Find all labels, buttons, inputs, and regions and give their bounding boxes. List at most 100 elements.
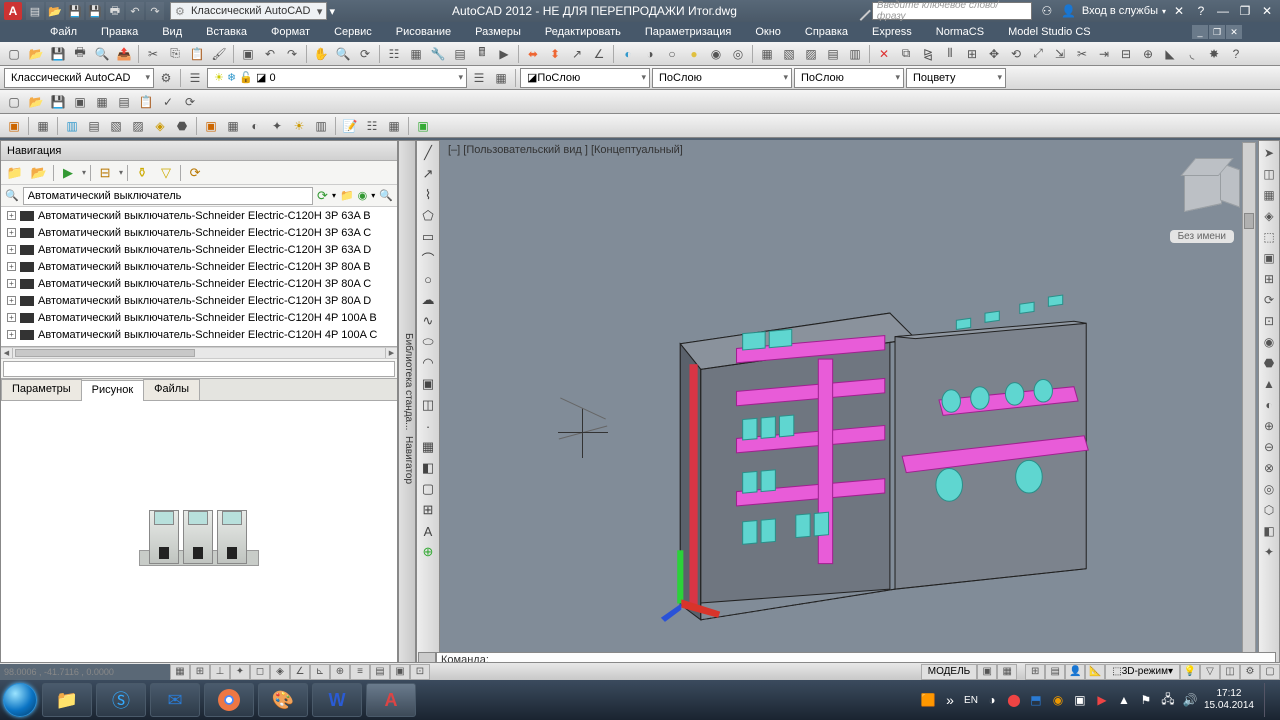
- tray-flag-icon[interactable]: ⚑: [1138, 692, 1154, 708]
- tb-m3-icon[interactable]: ▨: [801, 44, 821, 64]
- draw-text-icon[interactable]: A: [418, 521, 438, 541]
- task-explorer[interactable]: 📁: [42, 683, 92, 717]
- sb-ann2-icon[interactable]: 📐: [1085, 664, 1105, 680]
- ex2-9-icon[interactable]: ▣: [201, 116, 221, 136]
- help-icon[interactable]: ?: [1192, 2, 1210, 20]
- menu-tools[interactable]: Сервис: [322, 24, 384, 40]
- tb-break-icon[interactable]: ⊟: [1116, 44, 1136, 64]
- doc-restore-icon[interactable]: ❐: [1209, 25, 1225, 39]
- infocenter-icon[interactable]: ⚇: [1038, 2, 1056, 20]
- ex2-7-icon[interactable]: ◈: [150, 116, 170, 136]
- ex2-11-icon[interactable]: ◐: [245, 116, 265, 136]
- tb-preview-icon[interactable]: 🔍: [92, 44, 112, 64]
- ex2-16-icon[interactable]: ☷: [362, 116, 382, 136]
- ex2-6-icon[interactable]: ▨: [128, 116, 148, 136]
- tray-lang[interactable]: EN: [964, 695, 978, 706]
- r1-12-icon[interactable]: ◐: [1259, 395, 1279, 415]
- tray-4-icon[interactable]: ◉: [1050, 692, 1066, 708]
- ex2-3-icon[interactable]: ▥: [62, 116, 82, 136]
- tb-copy-icon[interactable]: ⎘: [165, 44, 185, 64]
- draw-block-icon[interactable]: ◫: [418, 395, 438, 415]
- color-dropdown[interactable]: ◪ ПоСлою: [520, 68, 650, 88]
- nav-refresh-icon[interactable]: ⟳: [185, 163, 205, 183]
- draw-hatch-icon[interactable]: ▦: [418, 437, 438, 457]
- tb-orbit-icon[interactable]: ⟳: [355, 44, 375, 64]
- menu-format[interactable]: Формат: [259, 24, 322, 40]
- r1-13-icon[interactable]: ⊕: [1259, 416, 1279, 436]
- sb-dyn-icon[interactable]: ⊕: [330, 664, 350, 680]
- menu-modelstudio[interactable]: Model Studio CS: [996, 24, 1103, 40]
- tb-open-icon[interactable]: 📂: [26, 44, 46, 64]
- tab-params[interactable]: Параметры: [1, 379, 82, 400]
- doc-close-icon[interactable]: ✕: [1226, 25, 1242, 39]
- r1-10-icon[interactable]: ⬣: [1259, 353, 1279, 373]
- tray-battery-icon[interactable]: 🟧: [920, 692, 936, 708]
- sb-osnap-icon[interactable]: ◻: [250, 664, 270, 680]
- r1-11-icon[interactable]: ▲: [1259, 374, 1279, 394]
- r1-15-icon[interactable]: ⊗: [1259, 458, 1279, 478]
- tb-m5-icon[interactable]: ▥: [845, 44, 865, 64]
- sb-hw-icon[interactable]: ⚙: [1240, 664, 1260, 680]
- nav-up-icon[interactable]: 📂: [29, 163, 49, 183]
- draw-arc-icon[interactable]: ⌒: [418, 248, 438, 268]
- tree-node[interactable]: +Автоматический выключатель-Schneider El…: [1, 292, 397, 309]
- tb-stretch-icon[interactable]: ⇲: [1050, 44, 1070, 64]
- r1-8-icon[interactable]: ⊡: [1259, 311, 1279, 331]
- tree-node[interactable]: +Автоматический выключатель-Schneider El…: [1, 224, 397, 241]
- tab-drawing[interactable]: Рисунок: [81, 380, 145, 401]
- signin-icon[interactable]: 👤: [1060, 2, 1078, 20]
- sb-anno-icon[interactable]: 👤: [1065, 664, 1085, 680]
- tb-vs3-icon[interactable]: ○: [662, 44, 682, 64]
- tb-layprev-icon[interactable]: ☰: [469, 68, 489, 88]
- workspace-dropdown[interactable]: Классический AutoCAD: [170, 2, 327, 20]
- status-3dmode[interactable]: ⬚ 3D-режим ▾: [1105, 664, 1180, 680]
- ex1-6-icon[interactable]: ▤: [114, 92, 134, 112]
- tb-scale-icon[interactable]: ⤢: [1028, 44, 1048, 64]
- ex1-1-icon[interactable]: ▢: [4, 92, 24, 112]
- nav-folder-icon[interactable]: 📁: [5, 163, 25, 183]
- draw-rect-icon[interactable]: ▭: [418, 227, 438, 247]
- tb-sheet-icon[interactable]: ▤: [450, 44, 470, 64]
- sb-grid-icon[interactable]: ⊞: [190, 664, 210, 680]
- sb-3dosnap-icon[interactable]: ◈: [270, 664, 290, 680]
- ex2-8-icon[interactable]: ⬣: [172, 116, 192, 136]
- tb-copy2-icon[interactable]: ⧉: [896, 44, 916, 64]
- tray-5-icon[interactable]: ▣: [1072, 692, 1088, 708]
- ex2-5-icon[interactable]: ▧: [106, 116, 126, 136]
- minimize-icon[interactable]: —: [1214, 2, 1232, 20]
- draw-point-icon[interactable]: ·: [418, 416, 438, 436]
- start-button[interactable]: [0, 680, 40, 720]
- nav-tree[interactable]: +Автоматический выключатель-Schneider El…: [1, 207, 397, 347]
- sb-a2-icon[interactable]: ▦: [997, 664, 1017, 680]
- tb-props-icon[interactable]: ☷: [384, 44, 404, 64]
- tb-help2-icon[interactable]: ?: [1226, 44, 1246, 64]
- ex2-12-icon[interactable]: ✦: [267, 116, 287, 136]
- tb-dim1-icon[interactable]: ⬌: [523, 44, 543, 64]
- r1-2-icon[interactable]: ▦: [1259, 185, 1279, 205]
- menu-parametric[interactable]: Параметризация: [633, 24, 743, 40]
- draw-ellipse-icon[interactable]: ⬭: [418, 332, 438, 352]
- tb-m1-icon[interactable]: ▦: [757, 44, 777, 64]
- menu-draw[interactable]: Рисование: [384, 24, 463, 40]
- ex1-5-icon[interactable]: ▦: [92, 92, 112, 112]
- tb-m2-icon[interactable]: ▧: [779, 44, 799, 64]
- nav-tree-icon[interactable]: ⊟: [95, 163, 115, 183]
- nav-filter2-icon[interactable]: ▽: [156, 163, 176, 183]
- tray-2-icon[interactable]: ⬤: [1006, 692, 1022, 708]
- tree-node[interactable]: +Автоматический выключатель-Schneider El…: [1, 207, 397, 224]
- tb-vs4-icon[interactable]: ●: [684, 44, 704, 64]
- ex2-17-icon[interactable]: ▦: [384, 116, 404, 136]
- tb-block-icon[interactable]: ▣: [238, 44, 258, 64]
- tb-layer-icon[interactable]: ☰: [185, 68, 205, 88]
- sb-lwt-icon[interactable]: ≡: [350, 664, 370, 680]
- tb-array-icon[interactable]: ⊞: [962, 44, 982, 64]
- r1-1-icon[interactable]: ◫: [1259, 164, 1279, 184]
- tray-6-icon[interactable]: ▶: [1094, 692, 1110, 708]
- ex2-1-icon[interactable]: ▣: [4, 116, 24, 136]
- sb-light-icon[interactable]: 💡: [1180, 664, 1200, 680]
- r1-7-icon[interactable]: ⟳: [1259, 290, 1279, 310]
- sb-qvl-icon[interactable]: ▤: [1045, 664, 1065, 680]
- r1-pointer-icon[interactable]: ➤: [1259, 143, 1279, 163]
- tab-files[interactable]: Файлы: [143, 379, 200, 400]
- menu-view[interactable]: Вид: [150, 24, 194, 40]
